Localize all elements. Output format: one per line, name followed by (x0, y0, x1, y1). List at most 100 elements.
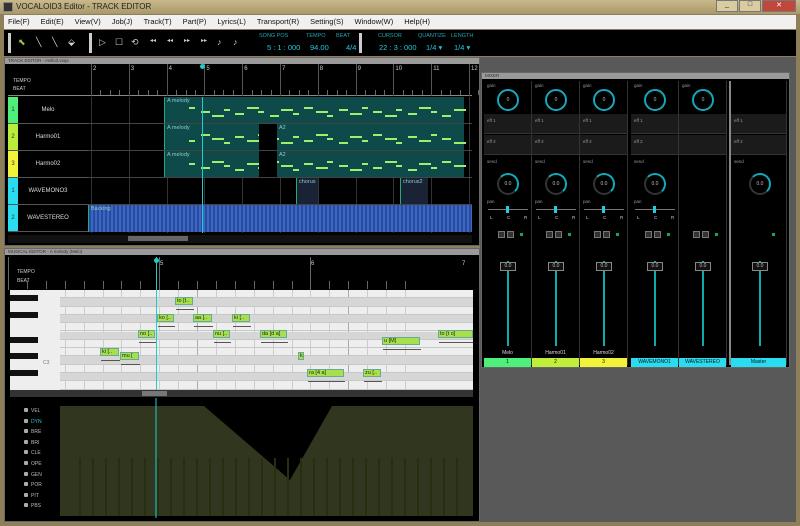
eraser-tool-icon[interactable]: ⬙ (68, 37, 75, 48)
menu-setting[interactable]: Setting(S) (310, 17, 343, 27)
note[interactable]: to [t.. (175, 297, 193, 305)
menu-edit[interactable]: Edit(E) (41, 17, 64, 27)
pan-knob[interactable]: 0.0 (644, 173, 666, 195)
solo-button[interactable] (555, 231, 562, 238)
pan-slider-thumb[interactable] (602, 206, 605, 213)
note[interactable]: u [M] (382, 337, 420, 345)
quantize-select[interactable]: 1/4 ▾ (426, 43, 442, 52)
piano-roll-scrollbar[interactable] (10, 390, 473, 397)
effect2-slot[interactable]: eff 2 (580, 135, 627, 155)
mute-button[interactable] (693, 231, 700, 238)
effect1-slot[interactable]: eff 1 (631, 114, 678, 134)
solo-button[interactable] (654, 231, 661, 238)
solo-button[interactable] (702, 231, 709, 238)
track-number[interactable]: 1 (8, 97, 18, 123)
play-icon[interactable]: ▷ (99, 37, 106, 48)
length-select[interactable]: 1/4 ▾ (454, 43, 470, 52)
black-key[interactable] (10, 295, 38, 301)
go-end-icon[interactable]: ▸▸ (201, 37, 207, 44)
black-key[interactable] (10, 337, 38, 343)
note[interactable]: k.. (298, 352, 304, 360)
control-param-pbs[interactable]: PBS (24, 503, 41, 509)
playhead-handle[interactable] (200, 64, 205, 69)
menu-help[interactable]: Help(H) (404, 17, 430, 27)
black-key[interactable] (10, 370, 38, 376)
control-param-ope[interactable]: OPE (24, 461, 42, 467)
track-header-melo[interactable]: 1 Melo (8, 97, 88, 124)
gain-knob[interactable]: 0 (497, 89, 519, 111)
volume-fader-cap[interactable]: 0.0 (596, 262, 612, 271)
control-param-dyn[interactable]: DYN (24, 419, 42, 425)
solo-button[interactable] (603, 231, 610, 238)
pan-slider-thumb[interactable] (506, 206, 509, 213)
scrollbar-thumb[interactable] (142, 391, 167, 396)
volume-fader-track[interactable] (654, 261, 656, 346)
effect2-slot[interactable]: eff 2 (731, 135, 786, 155)
tempo-value[interactable]: 94.00 (310, 43, 329, 52)
pan-knob[interactable]: 0.0 (497, 173, 519, 195)
strip-tag[interactable]: WAVEMONO1 (631, 358, 678, 367)
track-header-harmo01[interactable]: 2 Harmo01 (8, 124, 88, 151)
note[interactable]: to [t o] (438, 330, 473, 338)
track-number[interactable]: 2 (8, 124, 18, 150)
effect2-slot[interactable]: eff 2 (484, 135, 531, 155)
volume-fader-cap[interactable]: 0.0 (500, 262, 516, 271)
effect1-slot[interactable]: eff 1 (731, 114, 786, 134)
mute-button[interactable] (546, 231, 553, 238)
playhead-handle[interactable] (154, 258, 159, 263)
menu-view[interactable]: View(V) (75, 17, 101, 27)
go-start-icon[interactable]: ◂◂ (150, 37, 156, 44)
toolbar-grip[interactable] (8, 33, 11, 53)
gain-knob[interactable]: 0 (644, 89, 666, 111)
strip-tag[interactable]: 3 (580, 358, 627, 367)
note[interactable]: ki [.. (100, 348, 119, 356)
menu-file[interactable]: File(F) (8, 17, 30, 27)
effect1-slot[interactable]: eff 1 (532, 114, 579, 134)
toolbar-grip[interactable] (89, 33, 92, 53)
volume-fader-cap[interactable]: 0.0 (548, 262, 564, 271)
volume-fader-track[interactable] (507, 261, 509, 346)
control-param-bre[interactable]: BRE (24, 429, 41, 435)
black-key[interactable] (10, 353, 38, 359)
track-part[interactable]: A melody A2 (164, 124, 466, 150)
track-number[interactable]: 1 (8, 178, 18, 204)
track-part[interactable]: chorus (296, 178, 318, 204)
effect2-slot[interactable]: eff 2 (631, 135, 678, 155)
menu-transport[interactable]: Transport(R) (257, 17, 299, 27)
note[interactable]: no [.. (138, 330, 155, 338)
control-param-cle[interactable]: CLE (24, 450, 41, 456)
strip-tag[interactable]: Master (731, 358, 786, 367)
auto-scroll-icon[interactable]: ♪ (233, 37, 238, 47)
song-pos-value[interactable]: 5 : 1 : 000 (267, 43, 300, 52)
fast-forward-icon[interactable]: ▸▸ (184, 37, 190, 44)
volume-fader-track[interactable] (603, 261, 605, 346)
track-horizontal-scrollbar[interactable] (8, 235, 472, 243)
track-part[interactable]: A melody (164, 97, 466, 123)
control-param-pit[interactable]: PIT (24, 493, 39, 499)
black-key[interactable] (10, 312, 38, 318)
track-number[interactable]: 2 (8, 205, 18, 231)
toolbar-grip[interactable] (359, 33, 362, 53)
pan-knob[interactable]: 0.0 (593, 173, 615, 195)
menu-window[interactable]: Window(W) (354, 17, 393, 27)
note[interactable]: ki [.. (232, 314, 250, 322)
volume-fader-cap[interactable]: 0.0 (695, 262, 711, 271)
volume-fader-track[interactable] (702, 261, 704, 346)
note[interactable]: mu [ (120, 352, 139, 360)
note[interactable]: ko [.. (157, 314, 174, 322)
note[interactable]: aa [.. (193, 314, 212, 322)
metronome-icon[interactable]: ♪ (217, 37, 222, 47)
control-track-graph[interactable] (60, 398, 473, 520)
mute-button[interactable] (645, 231, 652, 238)
menu-part[interactable]: Part(P) (183, 17, 207, 27)
pan-knob[interactable]: 0.0 (545, 173, 567, 195)
line-tool-icon[interactable]: ╲ (52, 37, 57, 48)
pencil-tool-icon[interactable]: ╲ (36, 37, 41, 48)
mute-button[interactable] (498, 231, 505, 238)
effect1-slot[interactable]: eff 1 (580, 114, 627, 134)
track-grid[interactable]: A melody A melody A2 A melody A2 chorus chorus… (88, 97, 472, 233)
mute-button[interactable] (594, 231, 601, 238)
volume-fader-track[interactable] (759, 261, 761, 346)
note[interactable]: zu [.. (363, 369, 381, 377)
control-param-vel[interactable]: VEL (24, 408, 40, 414)
